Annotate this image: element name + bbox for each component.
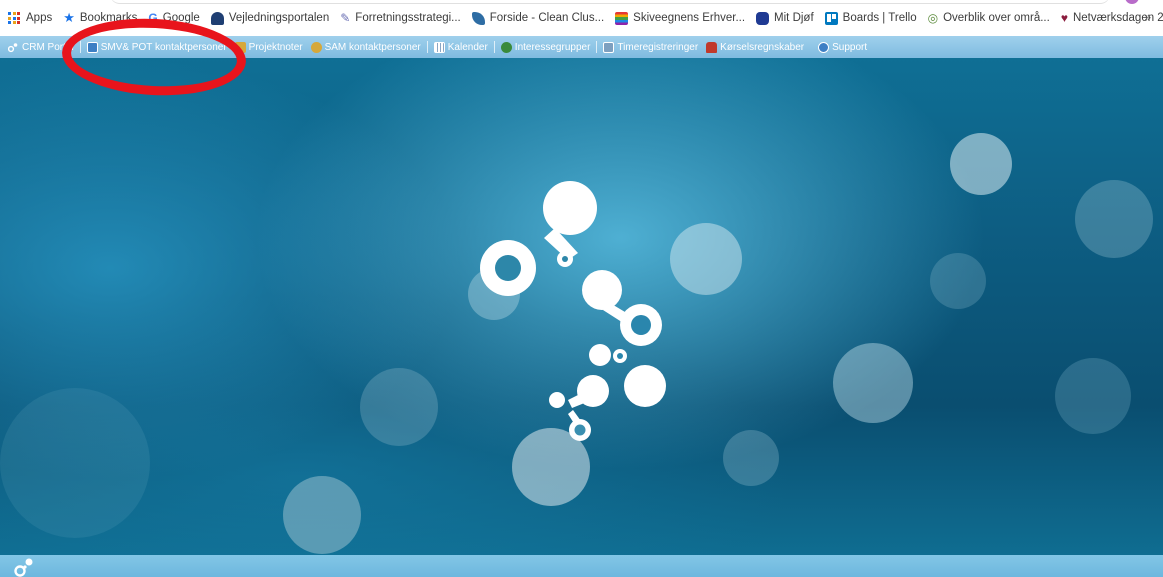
bokeh-circle	[283, 476, 361, 554]
bokeh-circle	[1075, 180, 1153, 258]
help-icon	[818, 41, 830, 53]
nav-separator	[426, 41, 428, 53]
crm-bubble-logo-icon	[480, 181, 666, 441]
bokeh-circle	[930, 253, 986, 309]
bookmark-label: Overblik over områ...	[943, 12, 1050, 24]
bookmark-label: Apps	[26, 12, 53, 24]
bookmark-overblik[interactable]: ◎ Overblik over områ...	[928, 11, 1050, 25]
nav-kalender[interactable]: Kalender	[430, 41, 492, 53]
calendar-icon	[433, 41, 445, 53]
djof-icon	[756, 11, 770, 25]
person-icon	[210, 11, 224, 25]
address-bar-edge	[110, 0, 1110, 4]
car-icon	[706, 41, 718, 53]
profile-avatar[interactable]	[1125, 0, 1139, 4]
bookmark-trello[interactable]: Boards | Trello	[824, 11, 917, 25]
nav-label: Kørselsregnskaber	[720, 41, 805, 53]
nav-sam-kontaktpersoner[interactable]: SAM kontaktpersoner	[307, 41, 425, 53]
bookmark-vejledningsportalen[interactable]: Vejledningsportalen	[210, 11, 330, 25]
clock-icon	[603, 41, 615, 53]
bokeh-circle	[0, 388, 150, 538]
bookmark-label: Mit Djøf	[774, 12, 814, 24]
bookmark-apps[interactable]: Apps	[8, 12, 52, 24]
crm-logo-icon	[8, 42, 18, 52]
stripes-icon	[615, 11, 629, 25]
nav-separator	[493, 41, 495, 53]
leaf-icon	[471, 11, 485, 25]
nav-korselsregnskaber[interactable]: Kørselsregnskaber	[702, 41, 808, 53]
people-icon	[310, 41, 322, 53]
group-icon	[500, 41, 512, 53]
bookmark-mit-djof[interactable]: Mit Djøf	[756, 11, 814, 25]
nav-label: Kalender	[447, 41, 488, 53]
nav-support[interactable]: Support	[808, 41, 871, 53]
hero-background	[0, 58, 1163, 555]
bookmark-skiveegnens[interactable]: Skiveegnens Erhver...	[615, 11, 746, 25]
nav-timeregistreringer[interactable]: Timeregistreringer	[599, 41, 702, 53]
nav-separator	[596, 41, 598, 53]
nav-interessegrupper[interactable]: Interessegrupper	[497, 41, 595, 53]
pen-icon: ✎	[340, 11, 351, 25]
bokeh-circle	[833, 343, 913, 423]
nav-label: Support	[832, 41, 868, 53]
trello-icon	[824, 11, 838, 25]
apps-grid-icon	[8, 12, 20, 24]
nav-label: Interessegrupper	[514, 41, 591, 53]
bookmark-label: Skiveegnens Erhver...	[633, 12, 746, 24]
bokeh-circle	[360, 368, 438, 446]
bookmark-clean-cluster[interactable]: Forside - Clean Clus...	[471, 11, 605, 25]
heart-icon: ♥	[1060, 11, 1068, 25]
nav-label: Projektnoter	[248, 41, 303, 53]
globe-icon: ◎	[927, 11, 939, 25]
bookmark-forretningsstrategi[interactable]: ✎ Forretningsstrategi...	[340, 11, 461, 25]
bookmark-label: Forside - Clean Clus...	[489, 12, 605, 24]
bokeh-circle	[950, 133, 1012, 195]
bokeh-circle	[723, 430, 779, 486]
bookmark-label: Forretningsstrategi...	[355, 12, 461, 24]
bookmark-label: Vejledningsportalen	[228, 12, 330, 24]
crm-logo-icon	[14, 558, 33, 577]
star-icon: ★	[63, 10, 75, 25]
nav-label: SAM kontaktpersoner	[324, 41, 421, 53]
bookmark-label: Boards | Trello	[842, 12, 917, 24]
bokeh-circle	[1055, 358, 1131, 434]
bookmarks-overflow-button[interactable]: »	[1144, 10, 1151, 24]
footer-bar	[0, 555, 1163, 577]
nav-label: Timeregistreringer	[617, 41, 699, 53]
